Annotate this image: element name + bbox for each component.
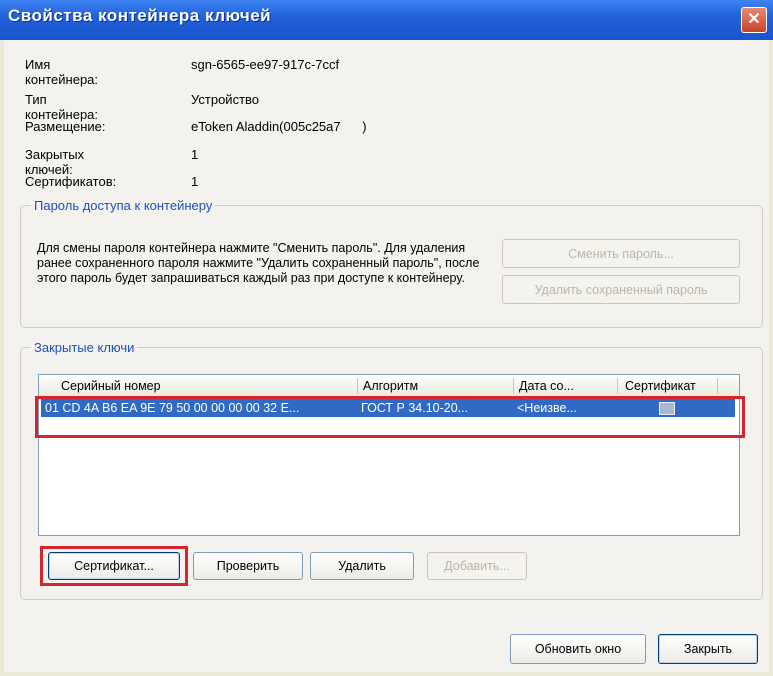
location-value: eToken Aladdin(005c25a7 ) — [191, 119, 367, 134]
password-group: Пароль доступа к контейнеру Для смены па… — [20, 198, 763, 328]
password-help-text: Для смены пароля контейнера нажмите "Сме… — [37, 241, 480, 285]
close-window-button[interactable]: ✕ — [741, 7, 767, 33]
column-divider[interactable] — [513, 378, 514, 394]
window-title: Свойства контейнера ключей — [8, 6, 272, 25]
key-container-properties-dialog: Свойства контейнера ключей ✕ Имя контейн… — [0, 0, 773, 676]
container-type-value: Устройство — [191, 92, 260, 107]
column-divider[interactable] — [617, 378, 618, 394]
highlight-box — [35, 396, 745, 438]
add-key-button[interactable]: Добавить... — [427, 552, 527, 580]
location-label: Размещение: — [25, 119, 106, 134]
column-algorithm[interactable]: Алгоритм — [363, 379, 418, 393]
delete-key-button[interactable]: Удалить — [310, 552, 414, 580]
close-button[interactable]: Закрыть — [658, 634, 758, 664]
title-bar[interactable]: Свойства контейнера ключей ✕ — [0, 0, 773, 40]
check-button[interactable]: Проверить — [193, 552, 303, 580]
private-keys-group-legend: Закрытые ключи — [34, 340, 135, 355]
column-divider[interactable] — [357, 378, 358, 394]
column-certificate[interactable]: Сертификат — [625, 379, 696, 393]
container-name-value: sgn-6565-ee97-917c-7ccf — [191, 57, 340, 72]
column-date[interactable]: Дата со... — [519, 379, 574, 393]
certificates-label: Сертификатов: — [25, 174, 117, 189]
refresh-window-button[interactable]: Обновить окно — [510, 634, 646, 664]
certificates-value: 1 — [191, 174, 199, 189]
container-type-label: Тип контейнера: — [25, 92, 99, 122]
column-serial-number[interactable]: Серийный номер — [61, 379, 161, 393]
private-keys-value: 1 — [191, 147, 199, 162]
delete-saved-password-button[interactable]: Удалить сохраненный пароль — [502, 275, 740, 304]
dialog-body: Имя контейнера: sgn-6565-ee97-917c-7ccf … — [4, 40, 769, 672]
change-password-button[interactable]: Сменить пароль... — [502, 239, 740, 268]
password-group-legend: Пароль доступа к контейнеру — [34, 198, 213, 213]
highlight-box — [40, 546, 188, 586]
keys-list-header: Серийный номер Алгоритм Дата со... Серти… — [39, 375, 739, 398]
container-name-label: Имя контейнера: — [25, 57, 99, 87]
column-divider[interactable] — [717, 378, 718, 394]
close-icon: ✕ — [747, 11, 761, 28]
private-keys-label: Закрытых ключей: — [25, 147, 85, 177]
